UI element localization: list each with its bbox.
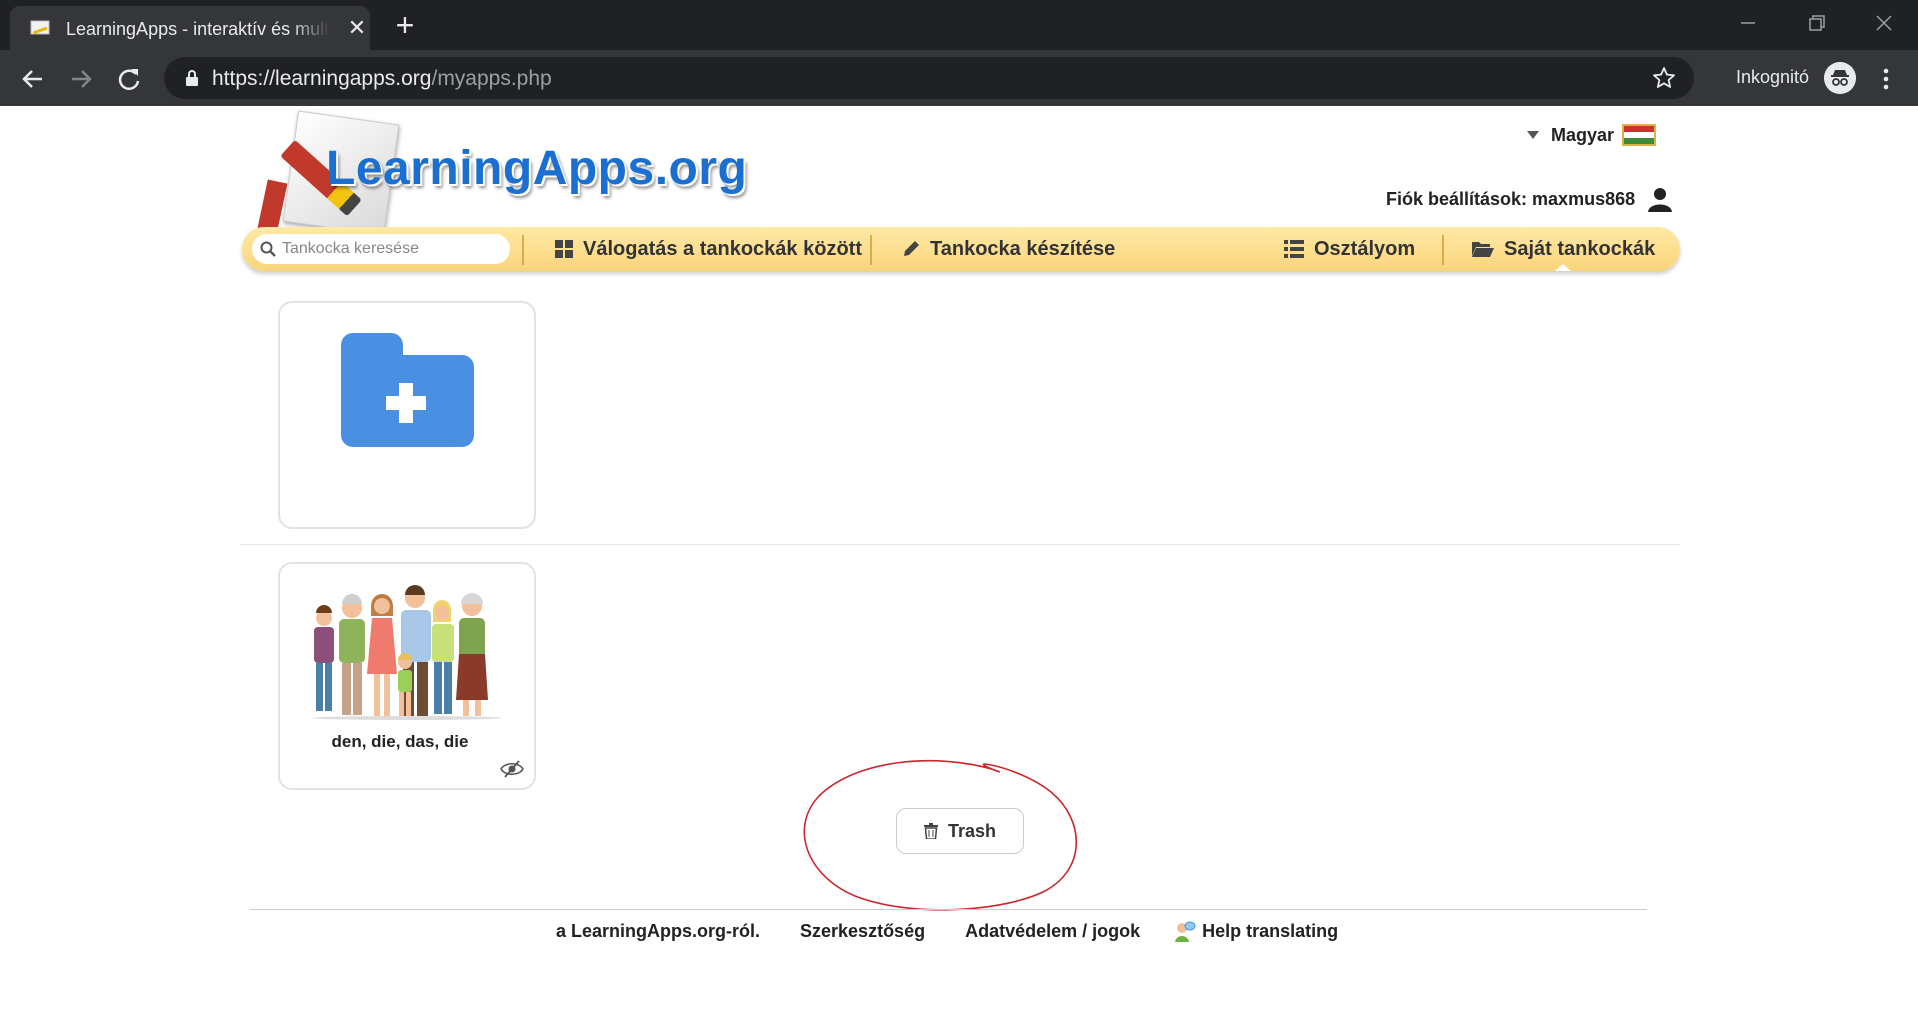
back-arrow-icon[interactable] — [18, 64, 48, 94]
tab-close-icon[interactable]: ✕ — [345, 16, 369, 40]
main-navbar: Válogatás a tankockák között Tankocka ké… — [242, 227, 1680, 271]
forward-arrow-icon[interactable] — [66, 64, 96, 94]
trash-icon — [923, 823, 938, 839]
learningapps-logo[interactable]: LearningApps.org — [256, 110, 747, 237]
lock-icon — [186, 70, 198, 86]
family-illustration — [312, 585, 502, 720]
tab-title: LearningApps - interaktív és multimédiás… — [66, 19, 330, 39]
search-input[interactable] — [252, 234, 510, 264]
search-icon — [260, 241, 276, 257]
footer: a LearningApps.org-ról. Szerkesztőség Ad… — [556, 920, 1338, 942]
browser-tab[interactable]: LearningApps - interaktív és multimédiás… — [10, 6, 370, 50]
nav-label: Válogatás a tankockák között — [583, 237, 862, 260]
new-tab-icon[interactable]: + — [390, 9, 420, 41]
active-tab-caret — [1555, 264, 1571, 271]
navbar-separator — [522, 235, 524, 265]
footer-privacy-link[interactable]: Adatvédelem / jogok — [965, 921, 1140, 942]
language-label: Magyar — [1551, 124, 1615, 145]
new-folder-card[interactable] — [278, 301, 536, 529]
nav-browse-apps[interactable]: Válogatás a tankockák között — [555, 227, 862, 271]
browser-toolbar: https://learningapps.org/myapps.php Inko… — [0, 50, 1918, 106]
account-settings-link[interactable]: Fiók beállítások: maxmus868 — [1386, 186, 1673, 212]
nav-label: Tankocka készítése — [930, 237, 1116, 260]
logo-text: LearningApps.org — [326, 142, 748, 195]
language-selector[interactable]: Magyar — [1527, 122, 1657, 148]
hidden-eye-icon[interactable] — [500, 760, 524, 778]
app-card[interactable]: den, die, das, die — [278, 562, 536, 790]
folder-open-icon — [1472, 242, 1494, 257]
incognito-icon[interactable] — [1824, 62, 1856, 94]
footer-help-translating-link[interactable]: Help translating — [1202, 921, 1338, 942]
add-folder-icon — [341, 333, 474, 447]
account-label: Fiók beállítások: maxmus868 — [1386, 188, 1636, 209]
browser-tab-bar: LearningApps - interaktív és multimédiás… — [0, 0, 1918, 50]
trash-label: Trash — [947, 820, 997, 841]
nav-my-class[interactable]: Osztályom — [1284, 227, 1415, 271]
navbar-separator — [1442, 235, 1444, 265]
page-content: LearningApps.org Magyar Fiók beállítások… — [0, 106, 1918, 1014]
learningapps-favicon-icon — [30, 20, 50, 35]
dropdown-triangle-icon — [1527, 131, 1539, 139]
nav-label: Osztályom — [1314, 237, 1416, 260]
nav-label: Saját tankockák — [1504, 237, 1656, 260]
restore-icon[interactable] — [1798, 8, 1834, 38]
translate-person-icon — [1175, 921, 1196, 942]
incognito-label: Inkognitó — [1736, 67, 1810, 87]
hungarian-flag-icon — [1622, 124, 1657, 146]
reload-icon[interactable] — [114, 64, 144, 94]
bookmark-star-icon[interactable] — [1652, 66, 1676, 90]
grid-icon — [555, 240, 573, 258]
footer-divider — [250, 909, 1647, 910]
navbar-separator — [870, 235, 872, 265]
nav-create-app[interactable]: Tankocka készítése — [902, 227, 1115, 271]
section-divider — [240, 544, 1680, 545]
list-icon — [1284, 240, 1304, 258]
user-icon — [1648, 188, 1673, 212]
browser-menu-icon[interactable] — [1876, 64, 1896, 94]
close-window-icon[interactable] — [1866, 8, 1902, 38]
pencil-icon — [904, 241, 919, 256]
url-text: https://learningapps.org/myapps.php — [212, 67, 552, 90]
address-bar[interactable]: https://learningapps.org/myapps.php — [164, 57, 1694, 99]
footer-editorial-link[interactable]: Szerkesztőség — [800, 921, 925, 942]
minimize-icon[interactable] — [1730, 8, 1766, 38]
app-title: den, die, das, die — [331, 732, 469, 751]
trash-button[interactable]: Trash — [896, 808, 1024, 854]
footer-about-link[interactable]: a LearningApps.org-ról. — [556, 921, 760, 942]
